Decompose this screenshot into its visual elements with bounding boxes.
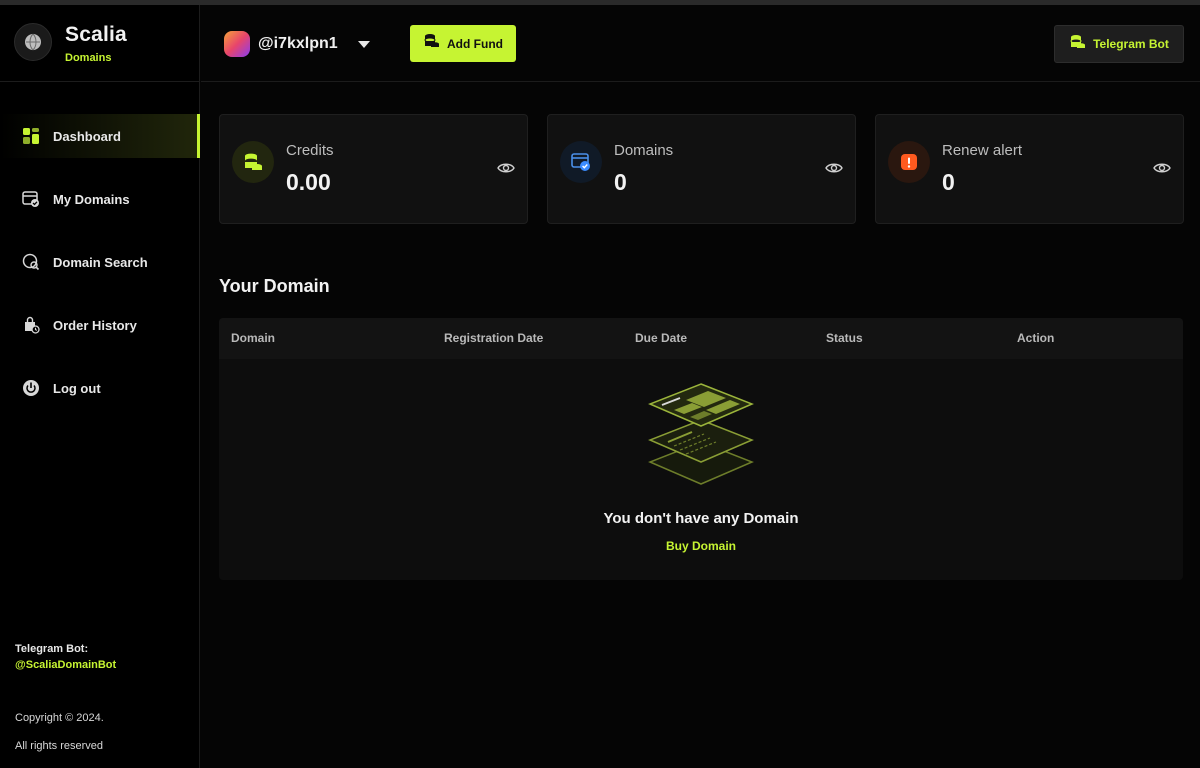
add-fund-label: Add Fund xyxy=(447,36,503,51)
telegram-info: Telegram Bot: @ScaliaDomainBot xyxy=(15,643,116,671)
column-header-due-date: Due Date xyxy=(635,331,688,345)
card-value: 0 xyxy=(614,169,627,195)
domains-table: Domain Registration Date Due Date Status… xyxy=(219,318,1183,580)
column-header-action: Action xyxy=(1017,331,1055,345)
dashboard-grid-icon xyxy=(21,126,41,146)
browser-check-icon xyxy=(560,141,602,183)
credits-card: Credits 0.00 xyxy=(219,114,528,224)
telegram-handle-link[interactable]: @ScaliaDomainBot xyxy=(15,659,116,671)
brand-subtitle: Domains xyxy=(65,52,112,64)
sidebar-item-order-history[interactable]: Order History xyxy=(0,303,200,347)
sidebar-item-label: Order History xyxy=(53,317,137,333)
telegram-bot-label: Telegram Bot xyxy=(1093,37,1169,51)
empty-state-message: You don't have any Domain xyxy=(603,510,799,527)
alert-icon xyxy=(888,141,930,183)
username: @i7kxlpn1 xyxy=(258,35,338,52)
sidebar-item-label: My Domains xyxy=(53,191,130,207)
bag-clock-icon xyxy=(21,315,41,335)
top-header: @i7kxlpn1 Add Fund Telegram Bot xyxy=(201,5,1200,82)
renew-alert-card: Renew alert 0 xyxy=(875,114,1184,224)
avatar xyxy=(224,31,250,57)
empty-state-illustration xyxy=(646,380,756,497)
sidebar-item-dashboard[interactable]: Dashboard xyxy=(0,114,200,158)
coins-icon xyxy=(423,32,441,55)
telegram-title: Telegram Bot: xyxy=(15,643,89,655)
divider xyxy=(0,81,200,82)
sidebar-nav: Dashboard My Domains Domain Search Order… xyxy=(0,114,200,429)
section-title: Your Domain xyxy=(219,276,330,296)
search-domain-icon xyxy=(21,252,41,272)
sidebar: Scalia Domains Dashboard My Domains Doma… xyxy=(0,5,200,768)
copyright-text: Copyright © 2024. xyxy=(15,712,104,724)
table-header: Domain Registration Date Due Date Status… xyxy=(219,318,1183,359)
card-label: Domains xyxy=(614,142,674,159)
coins-icon xyxy=(1069,33,1087,56)
buy-domain-link[interactable]: Buy Domain xyxy=(219,539,1183,553)
add-fund-button[interactable]: Add Fund xyxy=(410,25,516,62)
card-value: 0 xyxy=(942,169,955,195)
eye-icon[interactable] xyxy=(825,161,843,180)
sidebar-item-label: Dashboard xyxy=(53,128,121,144)
eye-icon[interactable] xyxy=(497,161,515,180)
card-label: Credits xyxy=(286,142,334,159)
telegram-bot-button[interactable]: Telegram Bot xyxy=(1054,25,1184,63)
column-header-status: Status xyxy=(826,331,863,345)
browser-check-icon xyxy=(21,189,41,209)
eye-icon[interactable] xyxy=(1153,161,1171,180)
sidebar-item-label: Log out xyxy=(53,380,101,396)
sidebar-item-label: Domain Search xyxy=(53,254,148,270)
rights-text: All rights reserved xyxy=(15,740,104,752)
sidebar-item-domain-search[interactable]: Domain Search xyxy=(0,240,200,284)
chevron-down-icon[interactable] xyxy=(357,40,370,48)
sidebar-item-log-out[interactable]: Log out xyxy=(0,366,200,410)
column-header-domain: Domain xyxy=(231,331,276,345)
sidebar-item-my-domains[interactable]: My Domains xyxy=(0,177,200,221)
globe-icon xyxy=(14,23,52,61)
card-label: Renew alert xyxy=(942,142,1023,159)
card-value: 0.00 xyxy=(286,169,331,195)
account-switcher[interactable]: @i7kxlpn1 xyxy=(224,31,370,57)
brand-name: Scalia xyxy=(65,23,127,46)
column-header-registration-date: Registration Date xyxy=(444,331,544,345)
coins-icon xyxy=(232,141,274,183)
brand[interactable]: Scalia Domains xyxy=(14,23,127,64)
power-icon xyxy=(21,378,41,398)
domains-card: Domains 0 xyxy=(547,114,856,224)
